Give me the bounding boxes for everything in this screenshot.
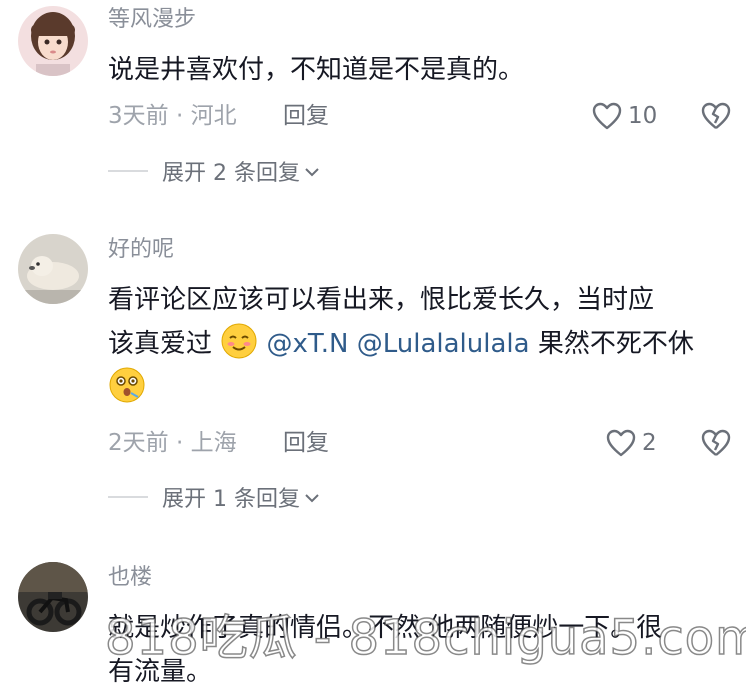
comment-meta: 3天前 · 河北 回复 xyxy=(108,99,329,133)
heart-icon xyxy=(592,102,622,130)
avatar[interactable] xyxy=(18,6,88,76)
expand-replies-label: 展开 2 条回复 xyxy=(162,161,300,186)
comment-text-line: 就是炒作了真的情侣。不然 他两随便炒一下。很 xyxy=(108,613,663,643)
heart-icon xyxy=(606,429,636,457)
comment-text: 就是炒作了真的情侣。不然 他两随便炒一下。很 有流量。 xyxy=(108,606,732,694)
username[interactable]: 好的呢 xyxy=(108,236,174,264)
broken-heart-icon xyxy=(700,429,732,457)
avatar[interactable] xyxy=(18,234,88,304)
timestamp-location: 2天前 · 上海 xyxy=(108,430,237,456)
comment-item: 好的呢 看评论区应该可以看出来，恨比爱长久，当时应 该真爱过 @xT.N @Lu… xyxy=(0,226,746,526)
dislike-button[interactable] xyxy=(700,99,732,133)
comment-text: 看评论区应该可以看出来，恨比爱长久，当时应 该真爱过 @xT.N @Lulala… xyxy=(108,278,732,410)
like-button[interactable]: 2 xyxy=(606,426,657,460)
comment-text: 说是井喜欢付，不知道是不是真的。 xyxy=(108,55,525,85)
expand-replies[interactable]: 展开 1 条回复 xyxy=(108,480,320,514)
text-segment: 果然不死不休 xyxy=(537,329,694,359)
comments-page: 等风漫步 说是井喜欢付，不知道是不是真的。 3天前 · 河北 回复 10 展开 … xyxy=(0,0,746,694)
comment-text-line: 该真爱过 @xT.N @Lulalalulala 果然不死不休 xyxy=(108,322,732,366)
comment-text-line: 有流量。 xyxy=(108,657,213,687)
divider-line xyxy=(108,496,148,498)
mention-link[interactable]: @xT.N xyxy=(267,329,349,359)
expand-replies-label: 展开 1 条回复 xyxy=(162,487,300,512)
text-segment: 该真爱过 xyxy=(108,329,213,359)
reply-button[interactable]: 回复 xyxy=(283,426,329,460)
username[interactable]: 等风漫步 xyxy=(108,6,196,34)
comment-item: 等风漫步 说是井喜欢付，不知道是不是真的。 3天前 · 河北 回复 10 展开 … xyxy=(0,0,746,200)
like-count: 10 xyxy=(628,103,658,129)
username[interactable]: 也楼 xyxy=(108,564,152,592)
like-count: 2 xyxy=(642,430,657,456)
divider-line xyxy=(108,170,148,172)
avatar[interactable] xyxy=(18,562,88,632)
comment-text-line xyxy=(108,366,732,410)
dislike-button[interactable] xyxy=(700,426,732,460)
comment-meta: 2天前 · 上海 回复 xyxy=(108,426,329,460)
broken-heart-icon xyxy=(700,102,732,130)
blush-emoji-icon xyxy=(220,322,258,360)
comment-item: 也楼 就是炒作了真的情侣。不然 他两随便炒一下。很 有流量。 xyxy=(0,552,746,694)
reply-button[interactable]: 回复 xyxy=(283,99,329,133)
chevron-down-icon xyxy=(304,159,320,184)
dizzy-emoji-icon xyxy=(108,366,146,404)
mention-link[interactable]: @Lulalalulala xyxy=(357,329,530,359)
chevron-down-icon xyxy=(304,485,320,510)
like-button[interactable]: 10 xyxy=(592,99,657,133)
comment-text-line: 看评论区应该可以看出来，恨比爱长久，当时应 xyxy=(108,285,655,315)
expand-replies[interactable]: 展开 2 条回复 xyxy=(108,154,320,188)
timestamp-location: 3天前 · 河北 xyxy=(108,103,237,129)
